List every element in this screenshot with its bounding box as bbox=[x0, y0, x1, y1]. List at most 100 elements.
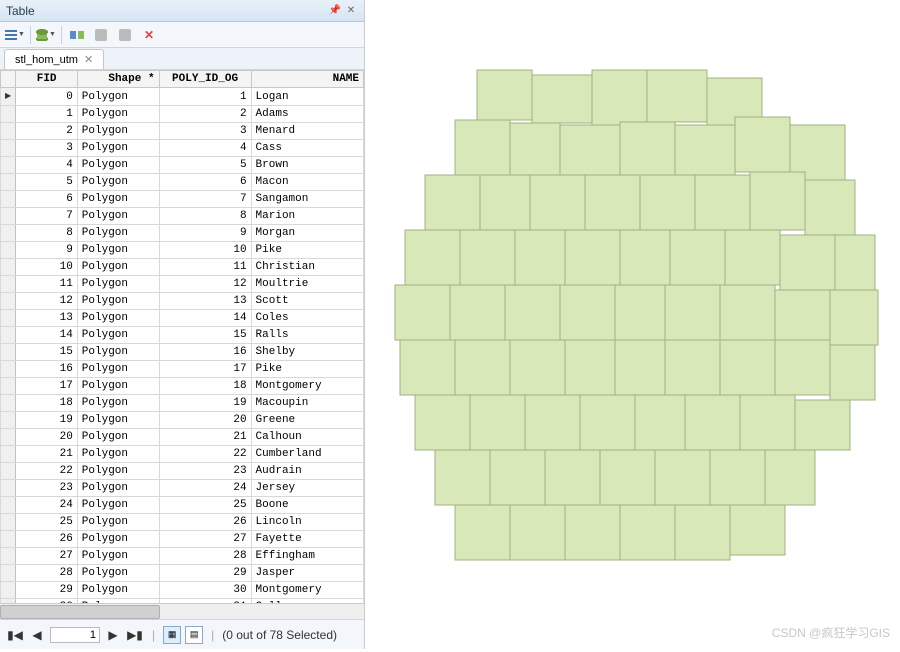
table-row[interactable]: 15Polygon16Shelby bbox=[1, 344, 364, 361]
cell-fid[interactable]: 28 bbox=[16, 565, 77, 582]
cell-poly[interactable]: 2 bbox=[159, 106, 251, 123]
row-selector[interactable] bbox=[1, 480, 16, 497]
cell-fid[interactable]: 18 bbox=[16, 395, 77, 412]
cell-name[interactable]: Jersey bbox=[251, 480, 363, 497]
tab-layer[interactable]: stl_hom_utm ✕ bbox=[4, 49, 104, 69]
cell-poly[interactable]: 26 bbox=[159, 514, 251, 531]
cell-shape[interactable]: Polygon bbox=[77, 480, 159, 497]
cell-shape[interactable]: Polygon bbox=[77, 548, 159, 565]
cell-name[interactable]: Pike bbox=[251, 361, 363, 378]
table-row[interactable]: 0Polygon1Logan bbox=[1, 88, 364, 106]
cell-poly[interactable]: 6 bbox=[159, 174, 251, 191]
row-selector[interactable] bbox=[1, 565, 16, 582]
cell-fid[interactable]: 16 bbox=[16, 361, 77, 378]
table-row[interactable]: 8Polygon9Morgan bbox=[1, 225, 364, 242]
row-selector[interactable] bbox=[1, 514, 16, 531]
cell-poly[interactable]: 13 bbox=[159, 293, 251, 310]
cell-name[interactable]: Lincoln bbox=[251, 514, 363, 531]
cell-name[interactable]: Logan bbox=[251, 88, 363, 106]
cell-shape[interactable]: Polygon bbox=[77, 582, 159, 599]
cell-poly[interactable]: 10 bbox=[159, 242, 251, 259]
row-selector[interactable] bbox=[1, 463, 16, 480]
cell-name[interactable]: Pike bbox=[251, 242, 363, 259]
cell-poly[interactable]: 1 bbox=[159, 88, 251, 106]
cell-poly[interactable]: 15 bbox=[159, 327, 251, 344]
horizontal-scrollbar[interactable] bbox=[0, 603, 364, 619]
table-row[interactable]: 13Polygon14Coles bbox=[1, 310, 364, 327]
cell-fid[interactable]: 8 bbox=[16, 225, 77, 242]
cell-name[interactable]: Fayette bbox=[251, 531, 363, 548]
cell-poly[interactable]: 17 bbox=[159, 361, 251, 378]
pin-icon[interactable]: 📌 bbox=[328, 4, 342, 18]
cell-name[interactable]: Jasper bbox=[251, 565, 363, 582]
cell-name[interactable]: Coles bbox=[251, 310, 363, 327]
cell-poly[interactable]: 9 bbox=[159, 225, 251, 242]
cell-poly[interactable]: 7 bbox=[159, 191, 251, 208]
cell-name[interactable]: Morgan bbox=[251, 225, 363, 242]
cell-poly[interactable]: 22 bbox=[159, 446, 251, 463]
cell-fid[interactable]: 0 bbox=[16, 88, 77, 106]
cell-poly[interactable]: 27 bbox=[159, 531, 251, 548]
table-row[interactable]: 20Polygon21Calhoun bbox=[1, 429, 364, 446]
cell-shape[interactable]: Polygon bbox=[77, 208, 159, 225]
table-row[interactable]: 10Polygon11Christian bbox=[1, 259, 364, 276]
cell-poly[interactable]: 24 bbox=[159, 480, 251, 497]
table-row[interactable]: 23Polygon24Jersey bbox=[1, 480, 364, 497]
column-header-fid[interactable]: FID bbox=[16, 71, 77, 88]
table-row[interactable]: 27Polygon28Effingham bbox=[1, 548, 364, 565]
cell-shape[interactable]: Polygon bbox=[77, 463, 159, 480]
cell-fid[interactable]: 19 bbox=[16, 412, 77, 429]
cell-name[interactable]: Adams bbox=[251, 106, 363, 123]
cell-shape[interactable]: Polygon bbox=[77, 565, 159, 582]
cell-shape[interactable]: Polygon bbox=[77, 344, 159, 361]
row-selector[interactable] bbox=[1, 497, 16, 514]
cell-poly[interactable]: 30 bbox=[159, 582, 251, 599]
cell-fid[interactable]: 4 bbox=[16, 157, 77, 174]
cell-name[interactable]: Macon bbox=[251, 174, 363, 191]
table-row[interactable]: 25Polygon26Lincoln bbox=[1, 514, 364, 531]
table-row[interactable]: 18Polygon19Macoupin bbox=[1, 395, 364, 412]
table-row[interactable]: 1Polygon2Adams bbox=[1, 106, 364, 123]
clear-selection-button[interactable] bbox=[114, 25, 136, 45]
cell-name[interactable]: Marion bbox=[251, 208, 363, 225]
row-selector[interactable] bbox=[1, 276, 16, 293]
table-row[interactable]: 29Polygon30Montgomery bbox=[1, 582, 364, 599]
row-selector[interactable] bbox=[1, 140, 16, 157]
row-selector[interactable] bbox=[1, 429, 16, 446]
cell-poly[interactable]: 19 bbox=[159, 395, 251, 412]
table-row[interactable]: 5Polygon6Macon bbox=[1, 174, 364, 191]
cell-poly[interactable]: 5 bbox=[159, 157, 251, 174]
row-selector[interactable] bbox=[1, 446, 16, 463]
tab-close-icon[interactable]: ✕ bbox=[84, 53, 93, 66]
table-row[interactable]: 3Polygon4Cass bbox=[1, 140, 364, 157]
cell-poly[interactable]: 20 bbox=[159, 412, 251, 429]
cell-fid[interactable]: 27 bbox=[16, 548, 77, 565]
column-header-poly[interactable]: POLY_ID_OG bbox=[159, 71, 251, 88]
cell-name[interactable]: Montgomery bbox=[251, 582, 363, 599]
cell-fid[interactable]: 11 bbox=[16, 276, 77, 293]
cell-shape[interactable]: Polygon bbox=[77, 174, 159, 191]
row-selector[interactable] bbox=[1, 208, 16, 225]
cell-shape[interactable]: Polygon bbox=[77, 327, 159, 344]
cell-fid[interactable]: 24 bbox=[16, 497, 77, 514]
delete-selection-button[interactable]: ✕ bbox=[138, 25, 160, 45]
cell-shape[interactable]: Polygon bbox=[77, 310, 159, 327]
cell-poly[interactable]: 23 bbox=[159, 463, 251, 480]
table-row[interactable]: 17Polygon18Montgomery bbox=[1, 378, 364, 395]
record-number-input[interactable] bbox=[50, 627, 100, 643]
row-selector[interactable] bbox=[1, 174, 16, 191]
nav-prev-button[interactable]: ◀ bbox=[28, 626, 46, 644]
cell-shape[interactable]: Polygon bbox=[77, 293, 159, 310]
cell-fid[interactable]: 6 bbox=[16, 191, 77, 208]
table-row[interactable]: 14Polygon15Ralls bbox=[1, 327, 364, 344]
row-selector-header[interactable] bbox=[1, 71, 16, 88]
table-row[interactable]: 7Polygon8Marion bbox=[1, 208, 364, 225]
cell-name[interactable]: Effingham bbox=[251, 548, 363, 565]
cell-poly[interactable]: 28 bbox=[159, 548, 251, 565]
cell-fid[interactable]: 29 bbox=[16, 582, 77, 599]
nav-first-button[interactable]: ▮◀ bbox=[6, 626, 24, 644]
cell-fid[interactable]: 17 bbox=[16, 378, 77, 395]
cell-shape[interactable]: Polygon bbox=[77, 242, 159, 259]
cell-fid[interactable]: 10 bbox=[16, 259, 77, 276]
cell-name[interactable]: Boone bbox=[251, 497, 363, 514]
